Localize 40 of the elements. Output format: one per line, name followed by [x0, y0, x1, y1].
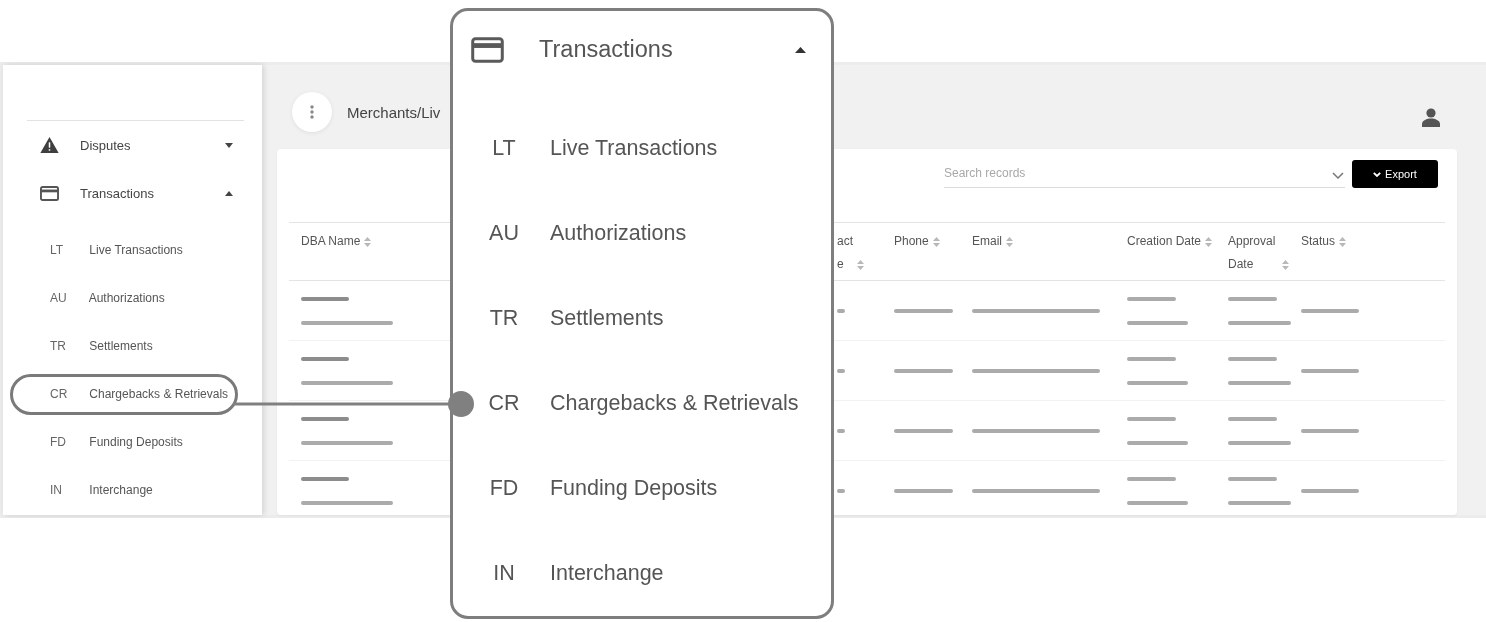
column-header[interactable]: Approval Date	[1228, 230, 1278, 276]
sort-icon[interactable]	[1282, 260, 1289, 270]
menu-item[interactable]: TR Settlements	[453, 276, 831, 361]
credit-card-icon	[471, 36, 504, 63]
sort-icon[interactable]	[1006, 237, 1013, 247]
sort-icon[interactable]	[364, 237, 372, 247]
user-icon[interactable]	[1422, 107, 1440, 127]
menu-item[interactable]: IN Interchange	[453, 531, 831, 616]
sidebar-item[interactable]: FD Funding Deposits	[10, 422, 238, 463]
export-button[interactable]: Export	[1352, 160, 1438, 188]
search-field[interactable]: Search records	[944, 160, 1345, 188]
sidebar-section[interactable]: Transactions	[3, 169, 262, 217]
chevron-down-icon[interactable]	[1332, 172, 1344, 179]
sort-icon[interactable]	[857, 260, 864, 270]
sidebar-item[interactable]: IN Interchange	[10, 470, 238, 511]
column-header[interactable]: Creation Date	[1127, 230, 1202, 253]
column-header[interactable]: Email	[972, 230, 1002, 253]
column-header[interactable]: act e	[837, 230, 853, 276]
warning-icon	[40, 137, 59, 153]
sidebar-item[interactable]: CR Chargebacks & Retrievals	[10, 374, 238, 415]
sidebar-item[interactable]: TR Settlements	[10, 326, 238, 367]
menu-item[interactable]: AU Authorizations	[453, 191, 831, 276]
column-header[interactable]: Status	[1301, 230, 1336, 253]
menu-item[interactable]: LT Live Transactions	[453, 106, 831, 191]
sort-icon[interactable]	[932, 237, 940, 247]
column-header[interactable]: DBA Name	[301, 230, 361, 253]
menu-item[interactable]: FD Funding Deposits	[453, 446, 831, 531]
menu-item[interactable]: CR Chargebacks & Retrievals	[453, 361, 831, 446]
sidebar-item[interactable]: AU Authorizations	[10, 278, 238, 319]
sidebar-section[interactable]: Disputes	[3, 121, 262, 169]
sort-icon[interactable]	[1205, 237, 1213, 247]
more-button[interactable]	[292, 92, 332, 132]
credit-card-icon	[40, 185, 59, 201]
sidebar-item[interactable]: LT Live Transactions	[10, 230, 238, 271]
menu-section[interactable]: Transactions	[453, 11, 831, 88]
sort-icon[interactable]	[1339, 237, 1347, 247]
column-header[interactable]: Phone	[894, 230, 929, 253]
chevron-down-icon	[1373, 171, 1382, 177]
vertical-dots-icon	[310, 105, 314, 119]
breadcrumb-text: Merchants/Liv	[347, 103, 441, 121]
